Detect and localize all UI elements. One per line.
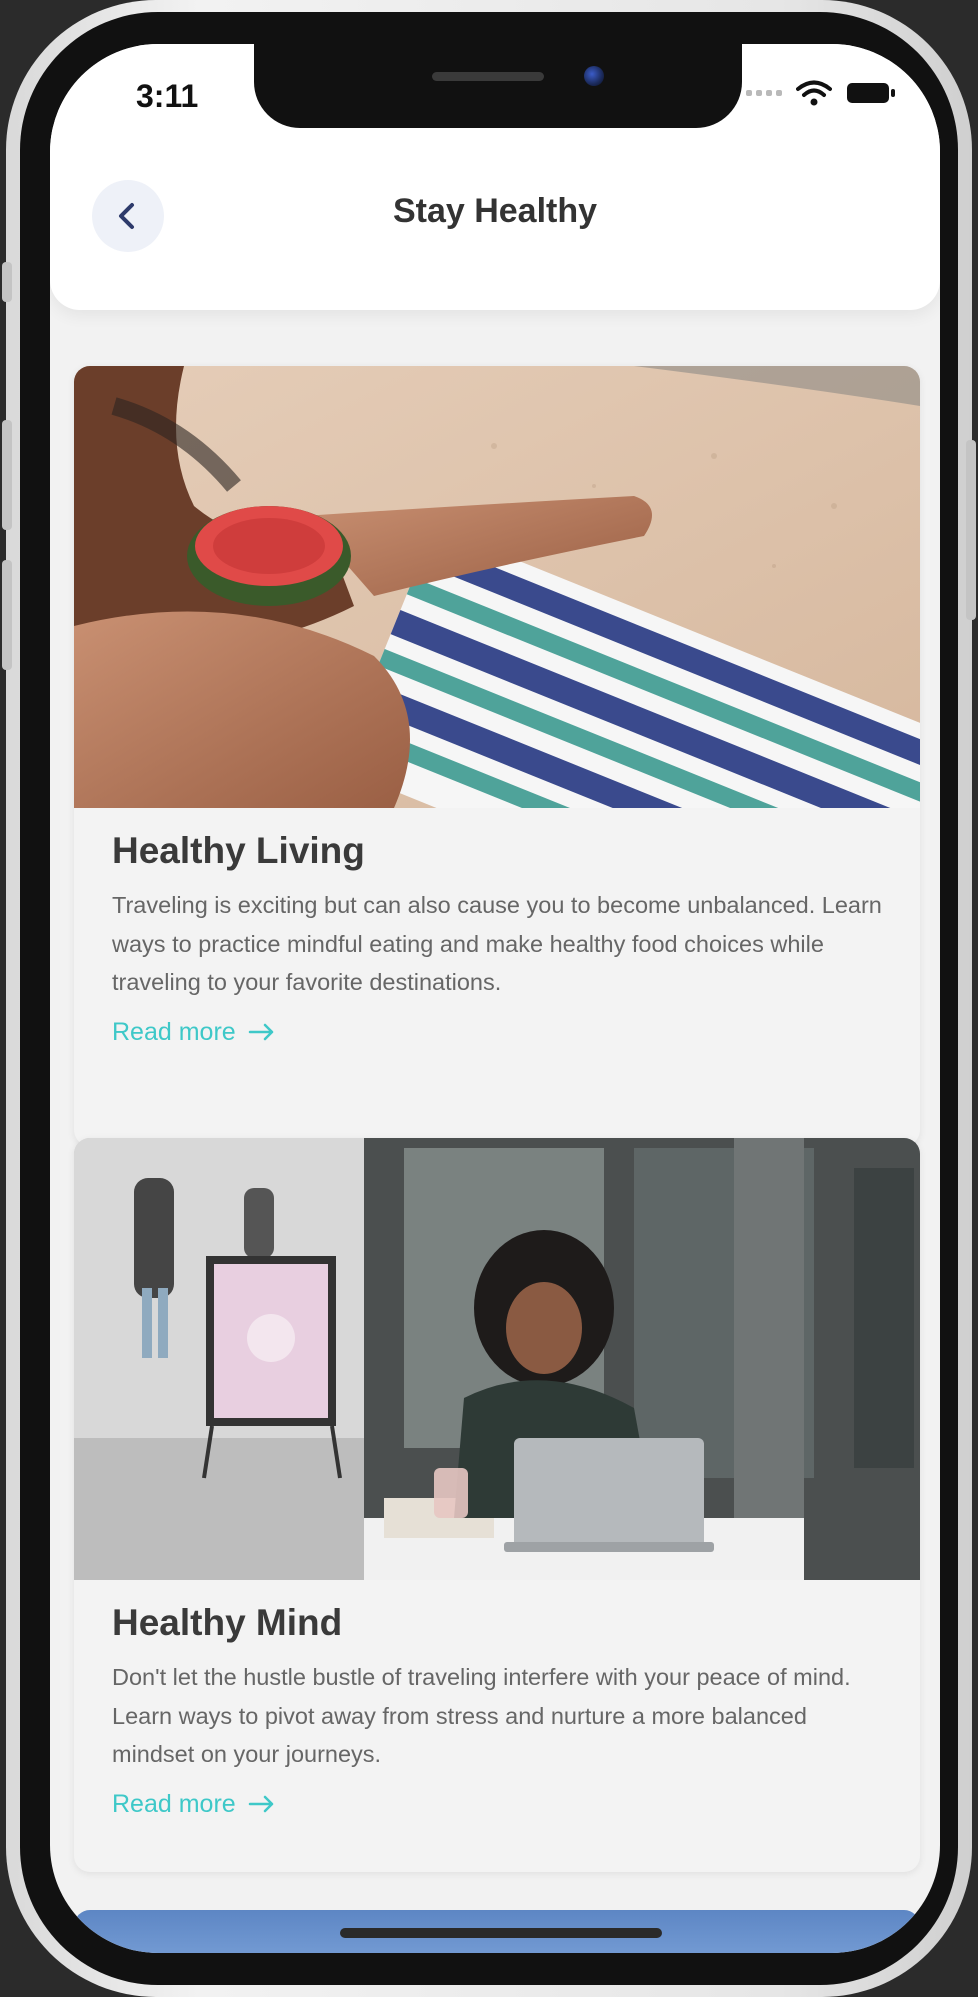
wifi-icon	[796, 80, 832, 106]
arrow-right-icon	[248, 1023, 273, 1041]
power-button	[966, 440, 976, 620]
front-camera	[584, 66, 604, 86]
card-description: Don't let the hustle bustle of traveling…	[112, 1664, 851, 1767]
signal-dots-icon	[746, 90, 782, 96]
phone-frame: Stay Healthy 3:11 Healthy Living Traveli…	[2, 0, 976, 1997]
speaker-grille	[432, 72, 544, 81]
volume-up-button	[2, 420, 12, 530]
battery-icon	[847, 83, 895, 103]
card-title: Healthy Mind	[112, 1602, 343, 1643]
home-indicator[interactable]	[340, 1928, 662, 1938]
page-title: Stay Healthy	[392, 192, 598, 230]
app-screen: Stay Healthy 3:11 Healthy Living Traveli…	[50, 44, 940, 1953]
beach-watermelon-image	[74, 366, 920, 808]
read-more-link[interactable]: Read more	[112, 1018, 276, 1047]
status-icons	[746, 80, 896, 106]
arrow-right-icon	[248, 1795, 273, 1813]
card-healthy-living[interactable]: Healthy Living Traveling is exciting but…	[74, 366, 920, 1146]
card-healthy-mind[interactable]: Healthy Mind Don't let the hustle bustle…	[74, 1138, 920, 1872]
notch	[254, 44, 742, 128]
cafe-laptop-image	[74, 1138, 920, 1580]
read-more-label: Read more	[112, 1017, 236, 1046]
read-more-label: Read more	[112, 1789, 236, 1818]
volume-down-button	[2, 560, 12, 670]
status-time: 3:11	[136, 78, 199, 114]
card-title: Healthy Living	[112, 830, 365, 871]
card-description: Traveling is exciting but can also cause…	[112, 892, 882, 995]
read-more-link[interactable]: Read more	[112, 1790, 276, 1819]
side-button	[2, 262, 12, 302]
